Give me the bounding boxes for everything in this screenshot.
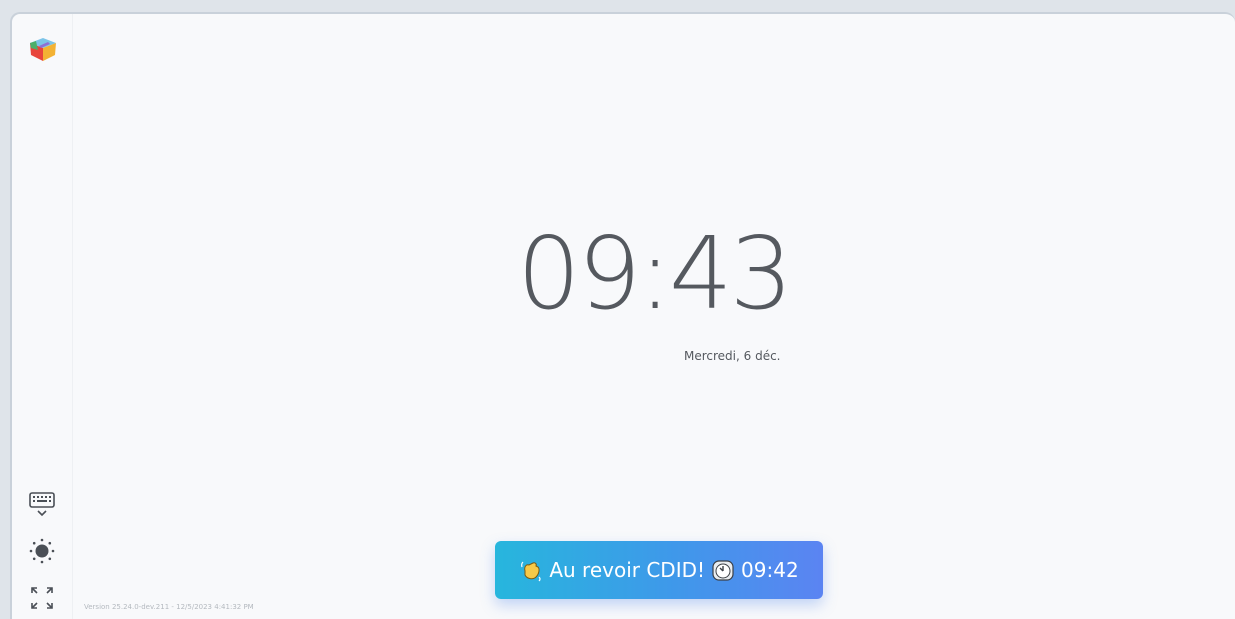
keyboard-button[interactable]	[26, 490, 58, 522]
fullscreen-button[interactable]	[26, 584, 58, 616]
cube-logo-icon[interactable]	[28, 36, 58, 62]
clock-date: Mercredi, 6 déc.	[684, 349, 781, 363]
app-window: 09:43 Mercredi, 6 déc. Version 25.24.0-d…	[10, 12, 1235, 619]
keyboard-icon	[28, 490, 56, 522]
waving-hand-icon	[519, 558, 543, 582]
goodbye-toast[interactable]: Au revoir CDID! 09:42	[495, 541, 823, 599]
version-label: Version 25.24.0-dev.211 - 12/5/2023 4:41…	[84, 603, 254, 611]
clock-icon	[711, 558, 735, 582]
clock-time: 09:43	[517, 215, 793, 332]
toast-message: Au revoir CDID!	[549, 558, 706, 582]
brightness-button[interactable]	[26, 537, 58, 569]
sun-icon	[28, 537, 56, 569]
toast-time: 09:42	[741, 558, 799, 582]
sidebar	[12, 14, 73, 619]
fullscreen-icon	[29, 585, 55, 615]
